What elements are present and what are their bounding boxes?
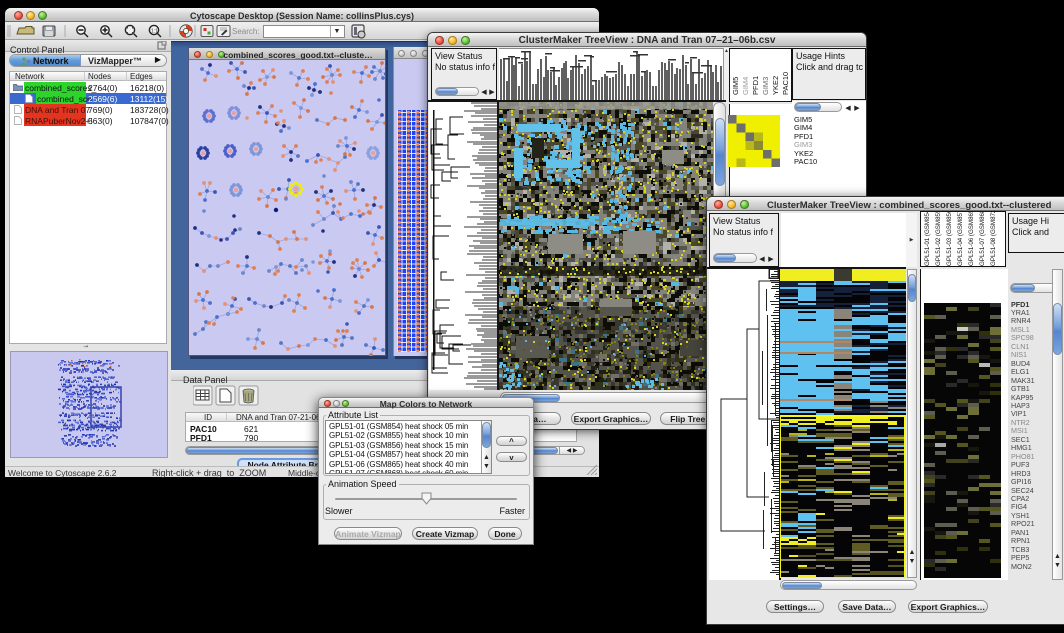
svg-text:1:1: 1:1: [151, 29, 158, 35]
